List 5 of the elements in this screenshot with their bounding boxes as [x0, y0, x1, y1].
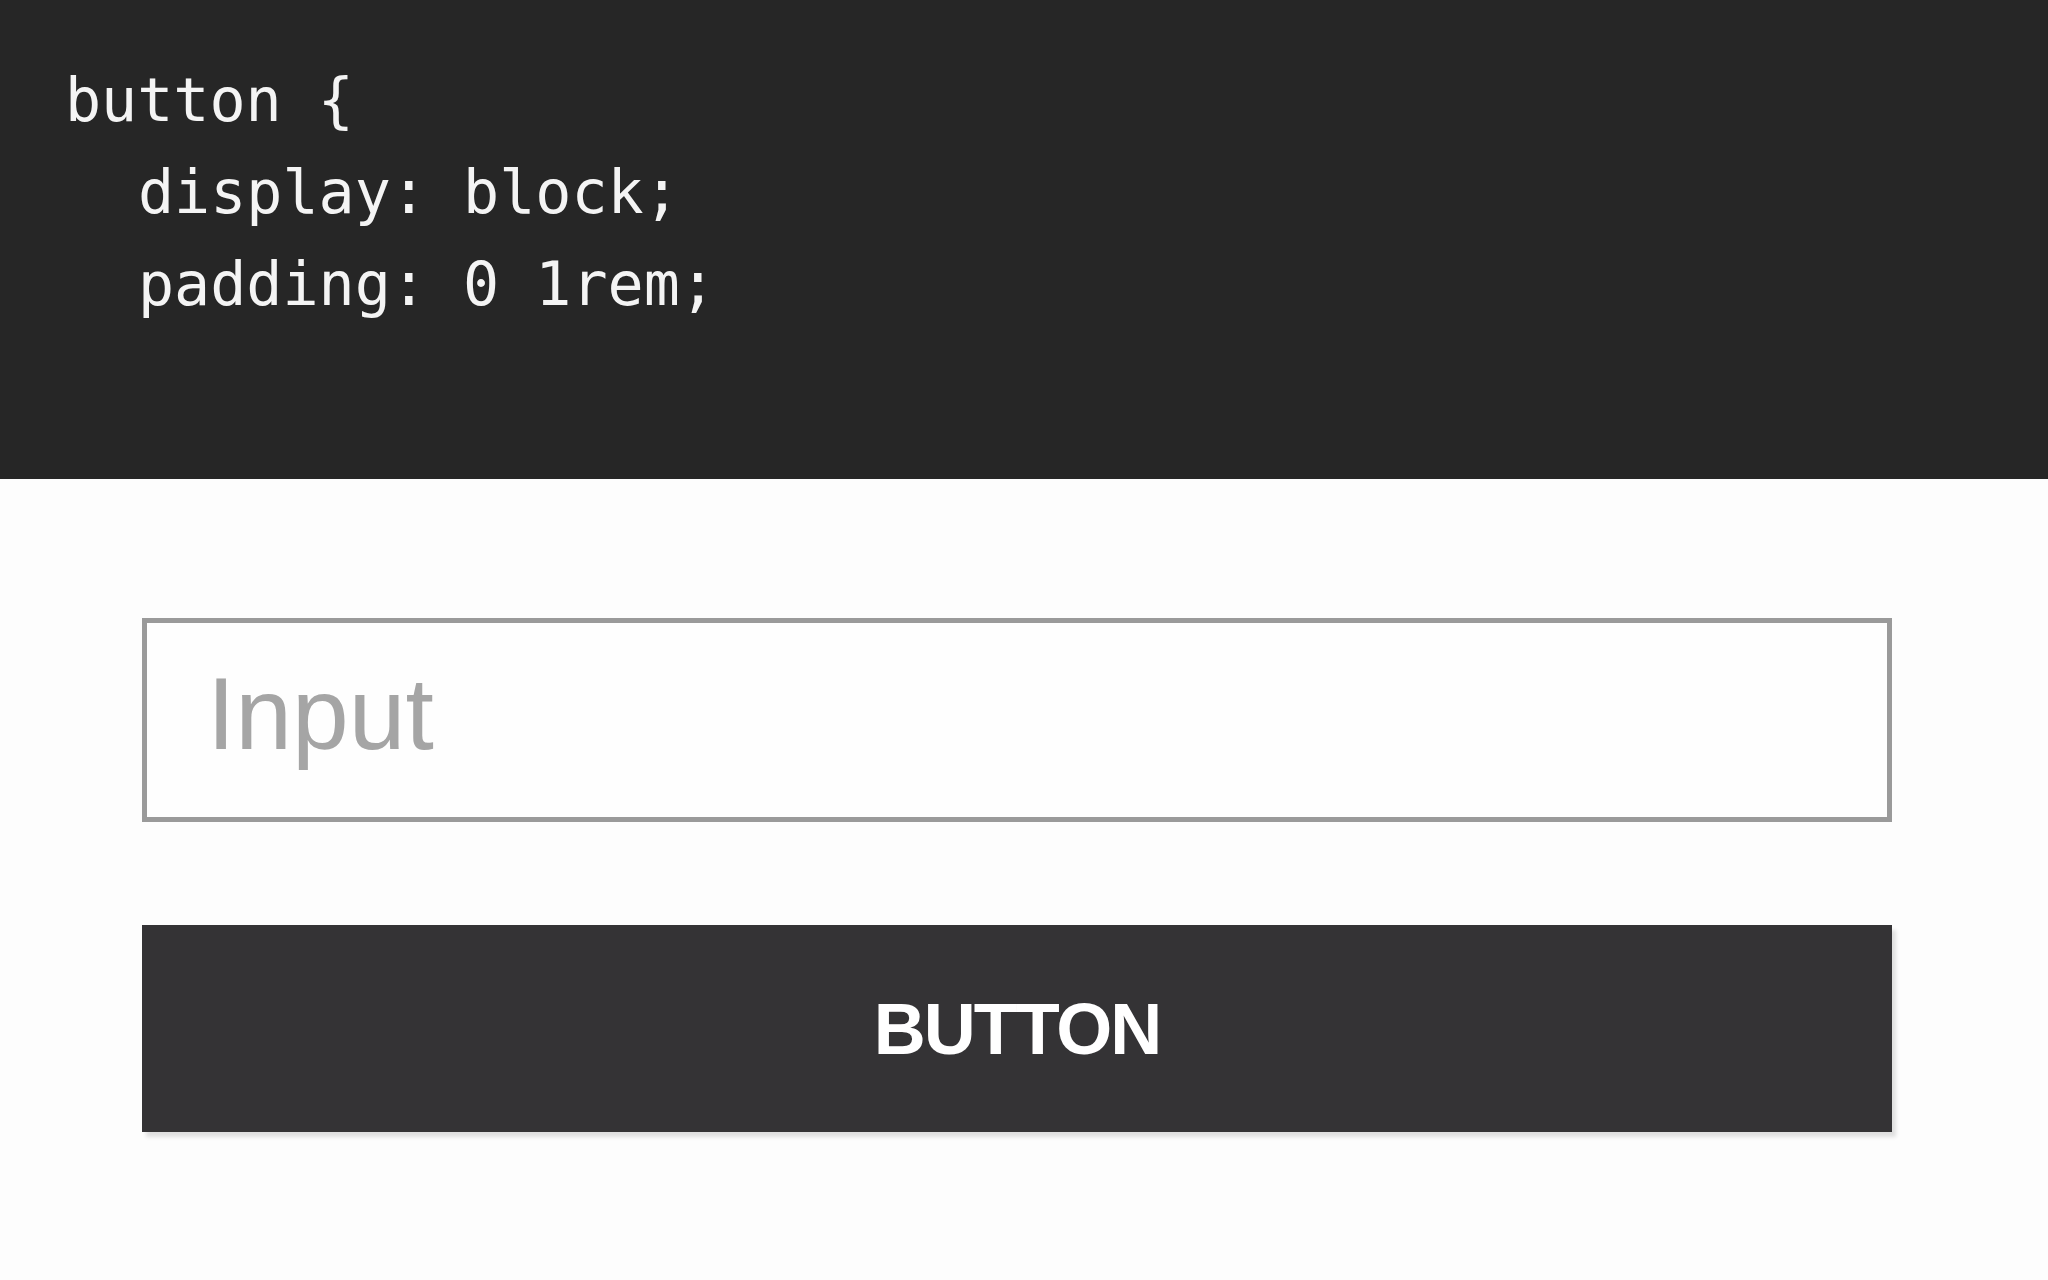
main-button[interactable]: BUTTON [142, 925, 1892, 1132]
input-field[interactable]: Input [142, 618, 1892, 822]
code-line: button { [65, 64, 354, 137]
code-line: display: block; [138, 156, 680, 229]
code-line: padding: 0 1rem; [138, 248, 716, 321]
